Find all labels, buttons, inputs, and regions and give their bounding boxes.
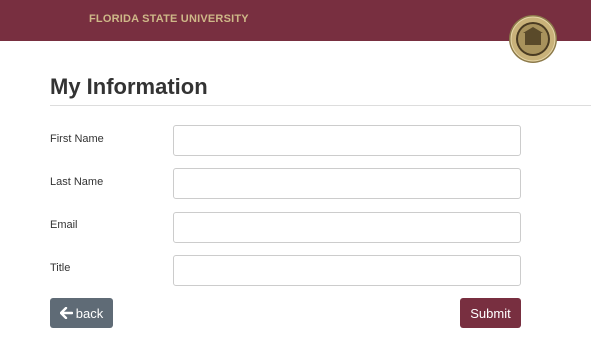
back-button[interactable]: back xyxy=(50,298,113,328)
title-label: Title xyxy=(50,262,71,274)
first-name-label: First Name xyxy=(50,133,104,145)
back-label: back xyxy=(75,305,104,321)
email-label: Email xyxy=(50,219,78,231)
fsu-seal-icon xyxy=(509,15,557,63)
last-name-input[interactable] xyxy=(173,168,521,199)
page-title: My Information xyxy=(50,74,208,99)
brand-name: FLORIDA STATE UNIVERSITY xyxy=(89,13,249,25)
email-input[interactable] xyxy=(173,212,521,243)
last-name-label: Last Name xyxy=(50,176,104,188)
submit-button[interactable]: Submit xyxy=(460,298,521,328)
arrow-left-icon xyxy=(59,307,73,319)
top-banner: FLORIDA STATE UNIVERSITY xyxy=(0,0,591,63)
first-name-input[interactable] xyxy=(173,125,521,156)
title-input[interactable] xyxy=(173,255,521,286)
title-divider xyxy=(50,105,591,106)
